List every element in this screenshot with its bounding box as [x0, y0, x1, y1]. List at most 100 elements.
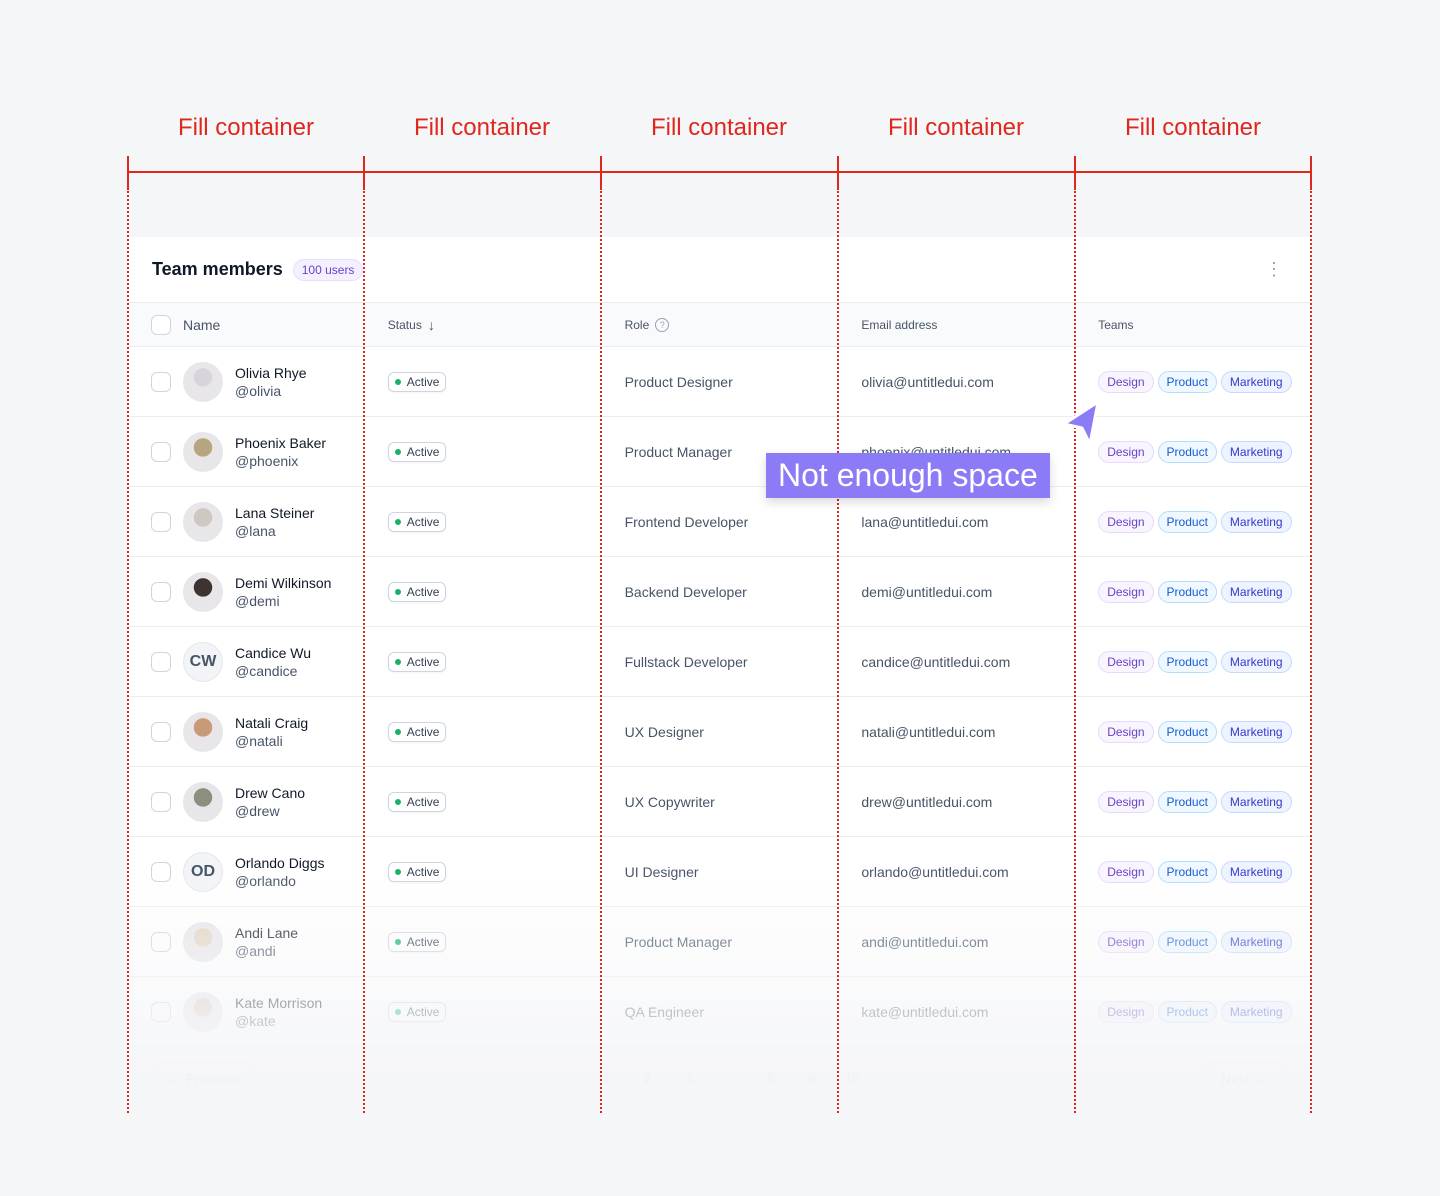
member-handle: @natali	[235, 732, 283, 749]
status-badge: Active	[387, 511, 447, 532]
table-row: Andi Lane @andi Active Product Manager an…	[128, 907, 1311, 977]
arrow-down-icon[interactable]: ↓	[428, 317, 435, 333]
member-handle: @candice	[235, 662, 298, 679]
status-dot-icon	[394, 658, 401, 665]
status-badge: Active	[387, 791, 447, 812]
status-badge: Active	[387, 721, 447, 742]
team-badge-product: Product	[1157, 440, 1217, 463]
table-row: Natali Craig @natali Active UX Designer n…	[128, 697, 1311, 767]
role-cell: QA Engineer	[624, 1003, 704, 1020]
row-checkbox[interactable]	[151, 931, 171, 952]
email-cell: orlando@untitledui.com	[861, 863, 1009, 880]
column-boundary-guide	[600, 188, 602, 1113]
status-text: Active	[406, 654, 440, 669]
status-badge: Active	[387, 931, 447, 952]
avatar	[183, 921, 223, 962]
page-number[interactable]: 8	[750, 1062, 791, 1086]
email-cell: lana@untitledui.com	[861, 513, 989, 530]
column-boundary-guide	[837, 188, 839, 1113]
team-badge-marketing: Marketing	[1220, 860, 1292, 883]
page-number[interactable]: ...	[709, 1062, 750, 1086]
page-number[interactable]: 1	[586, 1062, 627, 1086]
member-handle: @olivia	[235, 382, 282, 399]
user-count-badge: 100 users	[292, 258, 364, 281]
page-number[interactable]: 9	[791, 1062, 832, 1086]
team-badge-marketing: Marketing	[1220, 510, 1292, 533]
status-badge: Active	[387, 371, 447, 392]
column-status[interactable]: Status	[388, 318, 422, 332]
member-name: Natali Craig	[235, 714, 309, 731]
column-boundary-guide	[363, 188, 365, 1113]
fill-container-label: Fill container	[887, 114, 1025, 141]
team-badge-design: Design	[1098, 930, 1154, 953]
row-checkbox[interactable]	[151, 371, 171, 392]
status-dot-icon	[394, 378, 401, 385]
avatar	[183, 711, 223, 752]
avatar	[183, 991, 223, 1032]
member-name: Lana Steiner	[235, 504, 315, 521]
fill-container-label: Fill container	[177, 114, 315, 141]
role-cell: UI Designer	[624, 863, 699, 880]
previous-button[interactable]: ← Previous	[153, 1062, 256, 1096]
team-badge-product: Product	[1157, 650, 1217, 673]
status-badge: Active	[387, 581, 447, 602]
role-cell: Product Manager	[624, 933, 732, 950]
table-row: CW Candice Wu @candice Active Fullstack De…	[128, 627, 1311, 697]
row-checkbox[interactable]	[151, 861, 171, 882]
role-cell: Fullstack Developer	[624, 653, 748, 670]
row-checkbox[interactable]	[151, 651, 171, 672]
avatar	[183, 781, 223, 822]
dots-vertical-icon[interactable]: ⋮	[1265, 259, 1283, 280]
row-checkbox[interactable]	[151, 721, 171, 742]
status-badge: Active	[387, 441, 447, 462]
status-dot-icon	[394, 728, 401, 735]
member-handle: @phoenix	[235, 452, 299, 469]
team-badge-product: Product	[1157, 790, 1217, 813]
row-checkbox[interactable]	[151, 511, 171, 532]
not-enough-space-tooltip: Not enough space	[766, 453, 1050, 498]
team-badge-design: Design	[1098, 440, 1154, 463]
email-cell: olivia@untitledui.com	[861, 373, 994, 390]
team-badge-product: Product	[1157, 510, 1217, 533]
help-circle-icon[interactable]: ?	[655, 317, 670, 332]
team-badge-marketing: Marketing	[1220, 370, 1292, 393]
next-button[interactable]: Next →	[1206, 1062, 1283, 1096]
column-boundary-guide	[1074, 188, 1076, 1113]
page-number[interactable]: 3	[668, 1062, 709, 1086]
team-badge-product: Product	[1157, 1000, 1217, 1023]
avatar	[183, 501, 223, 542]
team-badge-design: Design	[1098, 650, 1154, 673]
previous-label: Previous	[185, 1071, 241, 1087]
role-cell: UX Designer	[624, 723, 704, 740]
table-row: Drew Cano @drew Active UX Copywriter drew…	[128, 767, 1311, 837]
status-text: Active	[406, 794, 440, 809]
row-checkbox[interactable]	[151, 1001, 171, 1022]
team-badge-marketing: Marketing	[1220, 1000, 1292, 1023]
status-text: Active	[406, 1004, 440, 1019]
member-name: Drew Cano	[235, 784, 306, 801]
team-badge-product: Product	[1157, 370, 1217, 393]
row-checkbox[interactable]	[151, 581, 171, 602]
team-badge-marketing: Marketing	[1220, 440, 1292, 463]
column-email: Email address	[861, 317, 938, 332]
role-cell: Backend Developer	[624, 583, 747, 600]
row-checkbox[interactable]	[151, 791, 171, 812]
status-dot-icon	[394, 448, 401, 455]
select-all-checkbox[interactable]	[151, 314, 171, 335]
team-badge-product: Product	[1157, 860, 1217, 883]
row-checkbox[interactable]	[151, 441, 171, 462]
member-name: Olivia Rhye	[235, 364, 307, 381]
team-badge-design: Design	[1098, 580, 1154, 603]
status-dot-icon	[394, 588, 401, 595]
column-name[interactable]: Name	[183, 317, 220, 333]
status-badge: Active	[387, 651, 447, 672]
status-dot-icon	[394, 938, 401, 945]
page-number[interactable]: 2	[627, 1062, 668, 1086]
email-cell: candice@untitledui.com	[861, 653, 1011, 670]
role-cell: Frontend Developer	[624, 513, 749, 530]
table-header: Team members 100 users ⋮	[128, 237, 1311, 303]
member-handle: @orlando	[235, 872, 296, 889]
column-teams: Teams	[1098, 317, 1134, 332]
email-cell: drew@untitledui.com	[861, 793, 993, 810]
team-badge-product: Product	[1157, 580, 1217, 603]
